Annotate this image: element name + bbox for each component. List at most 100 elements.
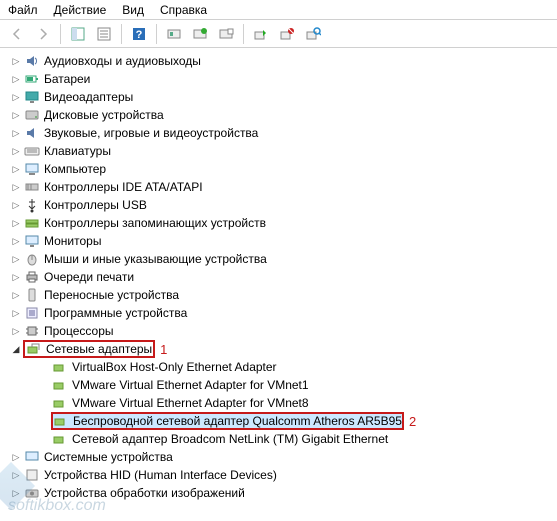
cpu-icon: [24, 323, 40, 339]
back-button[interactable]: [6, 23, 28, 45]
expand-arrow-icon[interactable]: ▷: [10, 181, 22, 193]
monitor-icon: [24, 233, 40, 249]
tree-item-hid[interactable]: ▷ Устройства HID (Human Interface Device…: [10, 466, 557, 484]
tree-item-adapter[interactable]: ▷ VirtualBox Host-Only Ethernet Adapter: [10, 358, 557, 376]
tree-label: Мониторы: [44, 234, 101, 248]
tree-item-audio[interactable]: ▷ Аудиовходы и аудиовыходы: [10, 52, 557, 70]
expand-arrow-icon[interactable]: ▷: [10, 271, 22, 283]
tree-label: VirtualBox Host-Only Ethernet Adapter: [72, 360, 277, 374]
tree-item-network[interactable]: ◢ Сетевые адаптеры 1: [10, 340, 557, 358]
separator: [60, 24, 61, 44]
forward-button[interactable]: [32, 23, 54, 45]
device-tree[interactable]: ▷ Аудиовходы и аудиовыходы ▷ Батареи ▷ В…: [0, 48, 557, 521]
tree-label: Очереди печати: [44, 270, 134, 284]
tree-item-printqueues[interactable]: ▷ Очереди печати: [10, 268, 557, 286]
network-adapter-icon: [52, 359, 68, 375]
uninstall-button[interactable]: [215, 23, 237, 45]
expand-arrow-icon[interactable]: ▷: [10, 235, 22, 247]
tree-item-mice[interactable]: ▷ Мыши и иные указывающие устройства: [10, 250, 557, 268]
imaging-icon: [24, 485, 40, 501]
menu-view[interactable]: Вид: [122, 3, 144, 17]
tree-label: Звуковые, игровые и видеоустройства: [44, 126, 258, 140]
tree-item-adapter[interactable]: ▷ VMware Virtual Ethernet Adapter for VM…: [10, 394, 557, 412]
tree-label: Контроллеры USB: [44, 198, 147, 212]
scan-changes-button[interactable]: [302, 23, 324, 45]
network-adapter-icon: [52, 395, 68, 411]
separator: [121, 24, 122, 44]
software-icon: [24, 305, 40, 321]
annotation-1: 1: [160, 342, 167, 357]
tree-item-imaging[interactable]: ▷ Устройства обработки изображений: [10, 484, 557, 502]
tree-label: Видеоадаптеры: [44, 90, 133, 104]
expand-arrow-icon[interactable]: ▷: [10, 307, 22, 319]
expand-arrow-icon[interactable]: ▷: [10, 145, 22, 157]
tree-item-adapter[interactable]: ▷ VMware Virtual Ethernet Adapter for VM…: [10, 376, 557, 394]
tree-item-usb[interactable]: ▷ Контроллеры USB: [10, 196, 557, 214]
network-adapter-icon: [52, 431, 68, 447]
enable-button[interactable]: [250, 23, 272, 45]
battery-icon: [24, 71, 40, 87]
tree-item-system[interactable]: ▷ Системные устройства: [10, 448, 557, 466]
tree-label: Компьютер: [44, 162, 106, 176]
show-hide-tree-button[interactable]: [67, 23, 89, 45]
menu-bar: Файл Действие Вид Справка: [0, 0, 557, 20]
tree-label: Переносные устройства: [44, 288, 179, 302]
update-driver-button[interactable]: [189, 23, 211, 45]
tree-label: Процессоры: [44, 324, 114, 338]
help-button[interactable]: ?: [128, 23, 150, 45]
tree-item-storage[interactable]: ▷ Контроллеры запоминающих устройств: [10, 214, 557, 232]
tree-item-sound[interactable]: ▷ Звуковые, игровые и видеоустройства: [10, 124, 557, 142]
expand-arrow-icon[interactable]: ▷: [10, 127, 22, 139]
expand-arrow-icon[interactable]: ▷: [10, 289, 22, 301]
expand-arrow-icon[interactable]: ▷: [10, 253, 22, 265]
menu-help[interactable]: Справка: [160, 3, 207, 17]
tree-item-adapter-selected[interactable]: ▷ Беспроводной сетевой адаптер Qualcomm …: [10, 412, 557, 430]
expand-arrow-icon[interactable]: ▷: [10, 469, 22, 481]
tree-item-portable[interactable]: ▷ Переносные устройства: [10, 286, 557, 304]
tree-label: Мыши и иные указывающие устройства: [44, 252, 267, 266]
expand-arrow-icon[interactable]: ▷: [10, 217, 22, 229]
tree-label: VMware Virtual Ethernet Adapter for VMne…: [72, 378, 309, 392]
computer-icon: [24, 161, 40, 177]
tree-item-processors[interactable]: ▷ Процессоры: [10, 322, 557, 340]
tree-item-ide[interactable]: ▷ Контроллеры IDE ATA/ATAPI: [10, 178, 557, 196]
tree-item-disk[interactable]: ▷ Дисковые устройства: [10, 106, 557, 124]
tree-label: Устройства обработки изображений: [44, 486, 245, 500]
tree-item-batteries[interactable]: ▷ Батареи: [10, 70, 557, 88]
tree-item-adapter[interactable]: ▷ Сетевой адаптер Broadcom NetLink (TM) …: [10, 430, 557, 448]
usb-icon: [24, 197, 40, 213]
expand-arrow-icon[interactable]: ▷: [10, 487, 22, 499]
expand-arrow-icon[interactable]: ▷: [10, 163, 22, 175]
expand-arrow-icon[interactable]: ▷: [10, 199, 22, 211]
network-adapter-icon: [53, 413, 69, 429]
collapse-arrow-icon[interactable]: ◢: [10, 343, 22, 355]
annotation-2: 2: [409, 414, 416, 429]
portable-icon: [24, 287, 40, 303]
tree-item-keyboards[interactable]: ▷ Клавиатуры: [10, 142, 557, 160]
expand-arrow-icon[interactable]: ▷: [10, 73, 22, 85]
scan-hardware-button[interactable]: [163, 23, 185, 45]
tree-label: Контроллеры IDE ATA/ATAPI: [44, 180, 203, 194]
separator: [156, 24, 157, 44]
expand-arrow-icon[interactable]: ▷: [10, 55, 22, 67]
svg-text:?: ?: [136, 29, 143, 41]
tree-item-display[interactable]: ▷ Видеоадаптеры: [10, 88, 557, 106]
disable-button[interactable]: [276, 23, 298, 45]
expand-arrow-icon[interactable]: ▷: [10, 91, 22, 103]
menu-action[interactable]: Действие: [54, 3, 107, 17]
printer-icon: [24, 269, 40, 285]
expand-arrow-icon[interactable]: ▷: [10, 451, 22, 463]
properties-button[interactable]: [93, 23, 115, 45]
display-adapter-icon: [24, 89, 40, 105]
tree-item-monitors[interactable]: ▷ Мониторы: [10, 232, 557, 250]
tree-label: Сетевые адаптеры: [46, 342, 152, 356]
expand-arrow-icon[interactable]: ▷: [10, 325, 22, 337]
tree-label: Аудиовходы и аудиовыходы: [44, 54, 201, 68]
system-icon: [24, 449, 40, 465]
sound-icon: [24, 125, 40, 141]
expand-arrow-icon[interactable]: ▷: [10, 109, 22, 121]
tree-label: VMware Virtual Ethernet Adapter for VMne…: [72, 396, 309, 410]
tree-item-computer[interactable]: ▷ Компьютер: [10, 160, 557, 178]
menu-file[interactable]: Файл: [8, 3, 38, 17]
tree-item-software[interactable]: ▷ Программные устройства: [10, 304, 557, 322]
